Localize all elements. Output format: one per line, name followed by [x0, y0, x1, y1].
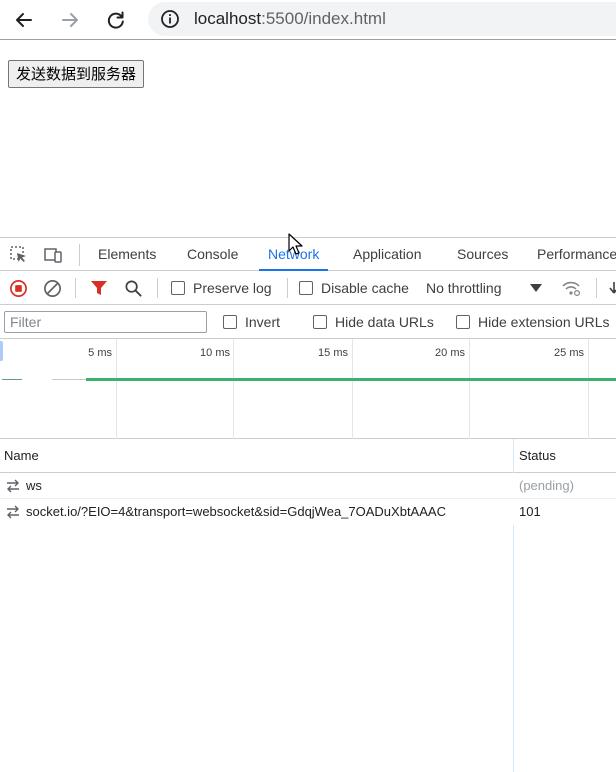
tab-separator: [79, 244, 80, 266]
device-toolbar-icon[interactable]: [43, 245, 63, 265]
overview-tick-label: 15 ms: [318, 347, 348, 359]
overview-tick-label: 25 ms: [554, 347, 584, 359]
overview-gridline: [116, 339, 117, 439]
overview-gridline: [588, 339, 589, 439]
address-bar[interactable]: localhost:5500/index.html: [148, 2, 616, 36]
network-toolbar: Preserve log Disable cache No throttling: [0, 271, 616, 305]
request-status: (pending): [519, 478, 574, 493]
column-header-status[interactable]: Status: [519, 439, 556, 473]
url-host: localhost: [194, 9, 262, 28]
filter-bar: Filter Invert Hide data URLs Hide extens…: [0, 305, 616, 339]
throttling-value: No throttling: [426, 280, 502, 296]
checkbox-box[interactable]: [456, 315, 470, 329]
screen: localhost:5500/index.html 发送数据到服务器 Eleme…: [0, 0, 616, 772]
overview-tick-label: 5 ms: [88, 347, 112, 359]
throttling-select[interactable]: No throttling: [426, 271, 501, 305]
toolbar-separator: [157, 278, 158, 298]
checkbox-box[interactable]: [299, 281, 313, 295]
send-data-button[interactable]: 发送数据到服务器: [8, 60, 145, 88]
request-name: socket.io/?EIO=4&transport=websocket&sid…: [26, 504, 446, 519]
inspect-element-icon[interactable]: [9, 245, 29, 265]
mouse-cursor-icon: [288, 233, 303, 255]
tab-application[interactable]: Application: [353, 238, 422, 271]
table-row[interactable]: ws (pending): [0, 473, 616, 499]
tab-elements[interactable]: Elements: [98, 238, 156, 271]
overview-request-bar: [52, 379, 86, 380]
reload-icon: [107, 11, 124, 29]
requests-table-header: Name Status: [0, 439, 616, 473]
hide-extension-urls-checkbox[interactable]: Hide extension URLs: [456, 305, 610, 339]
disable-cache-checkbox[interactable]: Disable cache: [299, 271, 409, 305]
toolbar-separator: [287, 278, 288, 298]
network-conditions-icon[interactable]: [561, 279, 581, 297]
forward-button[interactable]: [56, 6, 84, 34]
overview-request-bar: [2, 379, 22, 380]
invert-checkbox[interactable]: Invert: [223, 305, 280, 339]
info-icon[interactable]: [160, 9, 180, 29]
toolbar-separator: [75, 278, 76, 298]
url-path: :5500/index.html: [261, 9, 386, 28]
hide-extension-urls-label: Hide extension URLs: [478, 314, 610, 330]
tab-sources[interactable]: Sources: [457, 238, 508, 271]
overview-request-bar: [86, 378, 616, 381]
column-header-name[interactable]: Name: [4, 439, 39, 473]
checkbox-box[interactable]: [223, 315, 237, 329]
network-overview[interactable]: 5 ms 10 ms 15 ms 20 ms 25 ms: [0, 339, 616, 439]
overview-gridline: [469, 339, 470, 439]
forward-arrow-icon: [62, 13, 78, 27]
overview-gridline: [233, 339, 234, 439]
back-arrow-icon: [16, 13, 32, 27]
reload-button[interactable]: [102, 6, 130, 34]
filter-input[interactable]: Filter: [4, 311, 207, 333]
filter-funnel-icon[interactable]: [90, 280, 108, 297]
request-status: 101: [519, 504, 541, 519]
websocket-icon: [7, 505, 19, 519]
checkbox-box[interactable]: [171, 281, 185, 295]
table-row[interactable]: socket.io/?EIO=4&transport=websocket&sid…: [0, 499, 616, 525]
import-har-icon[interactable]: [606, 280, 616, 296]
websocket-icon: [7, 479, 19, 493]
tab-console[interactable]: Console: [187, 238, 238, 271]
browser-toolbar: localhost:5500/index.html: [0, 0, 616, 40]
preserve-log-label: Preserve log: [193, 280, 272, 296]
clear-icon[interactable]: [43, 279, 62, 298]
invert-label: Invert: [245, 314, 281, 330]
preserve-log-checkbox[interactable]: Preserve log: [171, 271, 272, 305]
request-name: ws: [26, 478, 42, 493]
devtools-panel: Elements Console Network Application Sou…: [0, 237, 616, 772]
disable-cache-label: Disable cache: [321, 280, 409, 296]
toolbar-separator: [596, 278, 597, 298]
dropdown-arrow-icon[interactable]: [530, 284, 542, 292]
hide-data-urls-checkbox[interactable]: Hide data URLs: [313, 305, 434, 339]
record-stop-icon[interactable]: [9, 279, 28, 298]
back-button[interactable]: [10, 6, 38, 34]
url-text[interactable]: localhost:5500/index.html: [194, 9, 386, 29]
overview-tick-label: 20 ms: [435, 347, 465, 359]
checkbox-box[interactable]: [313, 315, 327, 329]
devtools-tab-bar: Elements Console Network Application Sou…: [0, 238, 616, 271]
overview-window-handle[interactable]: [0, 341, 3, 361]
overview-tick-label: 10 ms: [200, 347, 230, 359]
search-icon[interactable]: [124, 279, 143, 298]
overview-gridline: [352, 339, 353, 439]
tab-performance[interactable]: Performance: [537, 238, 616, 271]
hide-data-urls-label: Hide data URLs: [335, 314, 434, 330]
